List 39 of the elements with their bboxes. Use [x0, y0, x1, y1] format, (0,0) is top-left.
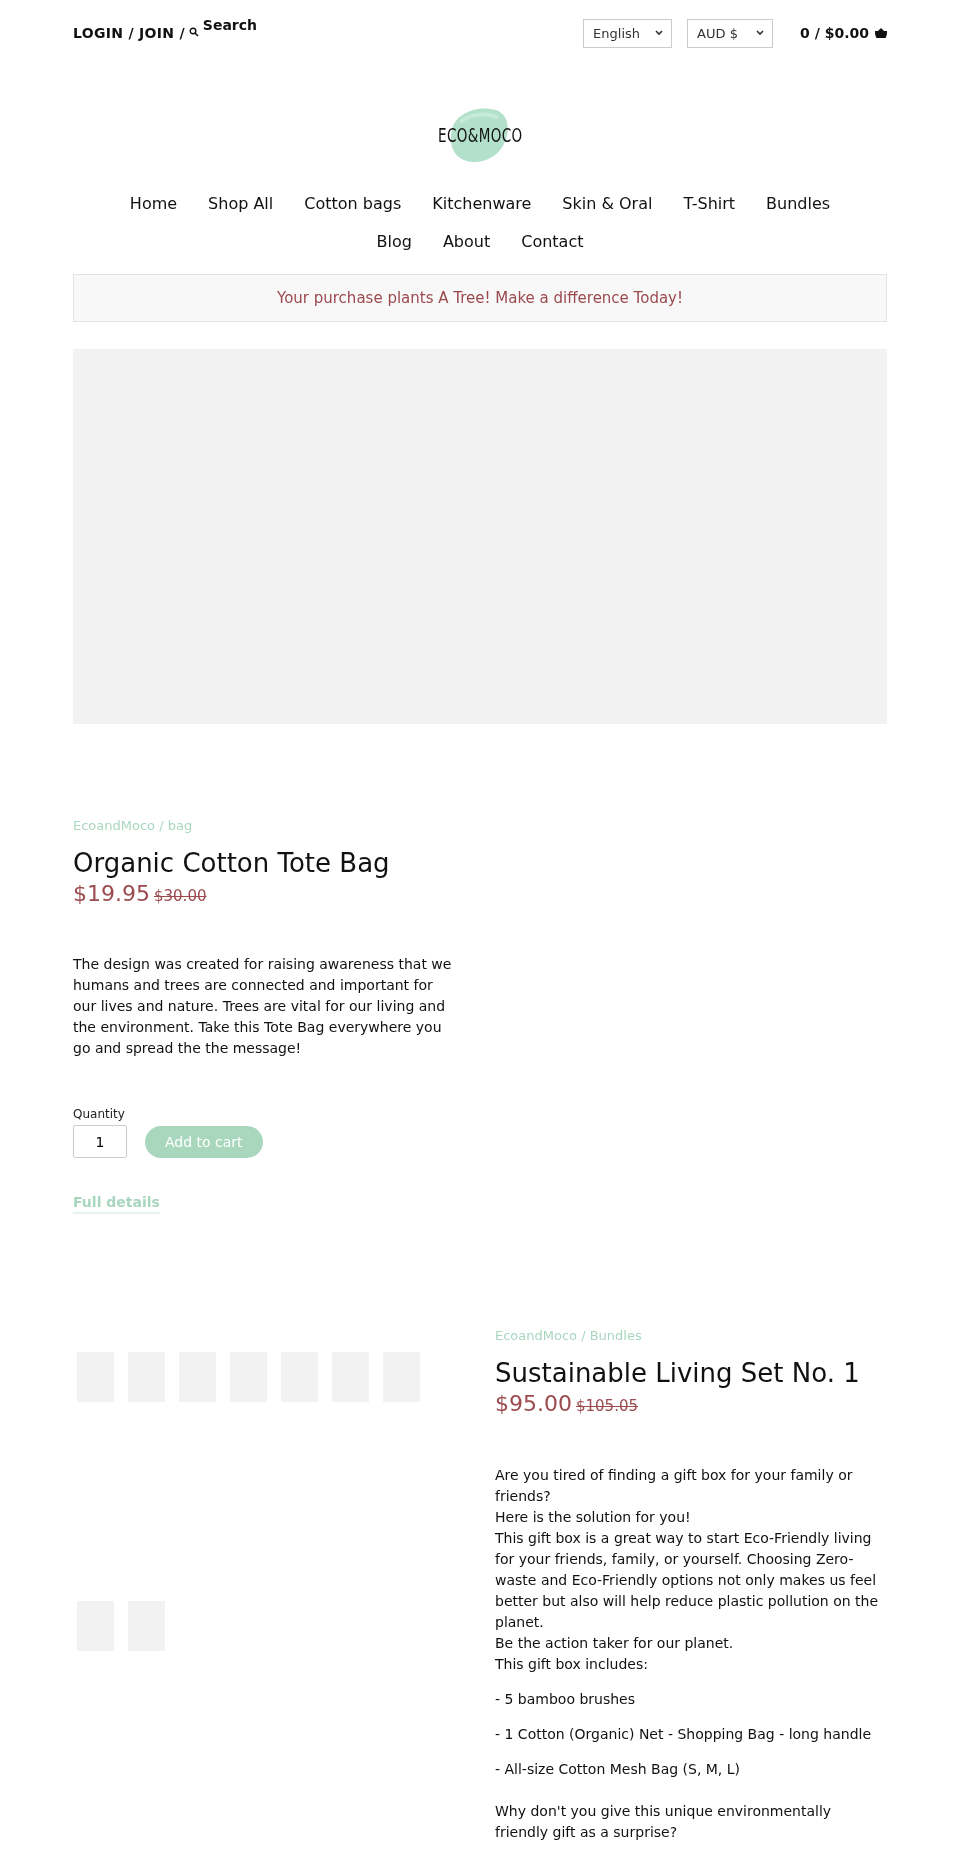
account-links[interactable]: LOGIN / JOIN / [73, 25, 185, 41]
search-link[interactable]: Search [188, 17, 258, 37]
nav-link[interactable]: About [442, 230, 491, 254]
language-select[interactable]: English [583, 18, 673, 48]
nav-link[interactable]: Kitchenware [432, 192, 532, 216]
quantity-field[interactable]: 1 [73, 1125, 127, 1158]
product-description: Why don't you give this unique environmentally friendly gift as a surprise? [495, 1802, 833, 1842]
product-description: This gift box includes: [495, 1655, 649, 1674]
nav-link[interactable]: Skin & Oral [562, 192, 653, 216]
nav-link[interactable]: Shop All [208, 192, 274, 216]
nav-link[interactable]: Home [129, 192, 178, 216]
nav-link[interactable]: Blog [376, 230, 412, 254]
included-item: - 1 Cotton (Organic) Net - Shopping Bag - long handle [495, 1725, 873, 1744]
nav-link[interactable]: Bundles [766, 192, 831, 216]
chevron-down-icon [655, 30, 664, 36]
product-description: The design was created for raising awareness that we humans and trees are connected and important for our lives and nature. Trees are vital for our living and the environment. Take this Tote Bag everywhere you go and spread the the message! [73, 955, 453, 1058]
included-item: - All-size Cotton Mesh Bag (S, M, L) [495, 1760, 742, 1779]
cart-link[interactable]: 0 / $0.00 [800, 25, 887, 41]
logo[interactable]: ECO&MOCO [430, 100, 530, 170]
product-description: Are you tired of finding a gift box for your family or friends? [495, 1466, 854, 1506]
original-price: $105.05 [576, 1397, 638, 1415]
announcement-text: Your purchase plants A Tree! Make a difference Today! [276, 289, 683, 307]
search-icon [188, 27, 199, 37]
basket-icon [875, 28, 887, 38]
quantity-label: Quantity [73, 1107, 126, 1121]
product-title: Organic Cotton Tote Bag [73, 848, 391, 878]
nav-link[interactable]: T-Shirt [683, 192, 736, 216]
sale-price: $95.00 [495, 1391, 572, 1416]
product-description: Be the action taker for our planet. [495, 1634, 735, 1653]
product-description: This gift box is a great way to start Eco-Friendly living for your friends, family, or yourself. Choosing Zero-waste and Eco-Friendly options not only makes us feel better but also will help reduce plastic pollution on the planet. [495, 1529, 880, 1632]
nav-link[interactable]: Contact [521, 230, 584, 254]
chevron-down-icon [756, 30, 765, 36]
product-title: Sustainable Living Set No. 1 [495, 1358, 861, 1388]
sale-price: $19.95 [73, 881, 150, 906]
original-price: $30.00 [154, 887, 207, 905]
currency-select[interactable]: AUD $ [687, 18, 774, 48]
nav-link[interactable]: Cotton bags [304, 192, 402, 216]
product-description: Here is the solution for you! [495, 1508, 692, 1527]
included-item: - 5 bamboo brushes [495, 1690, 637, 1709]
